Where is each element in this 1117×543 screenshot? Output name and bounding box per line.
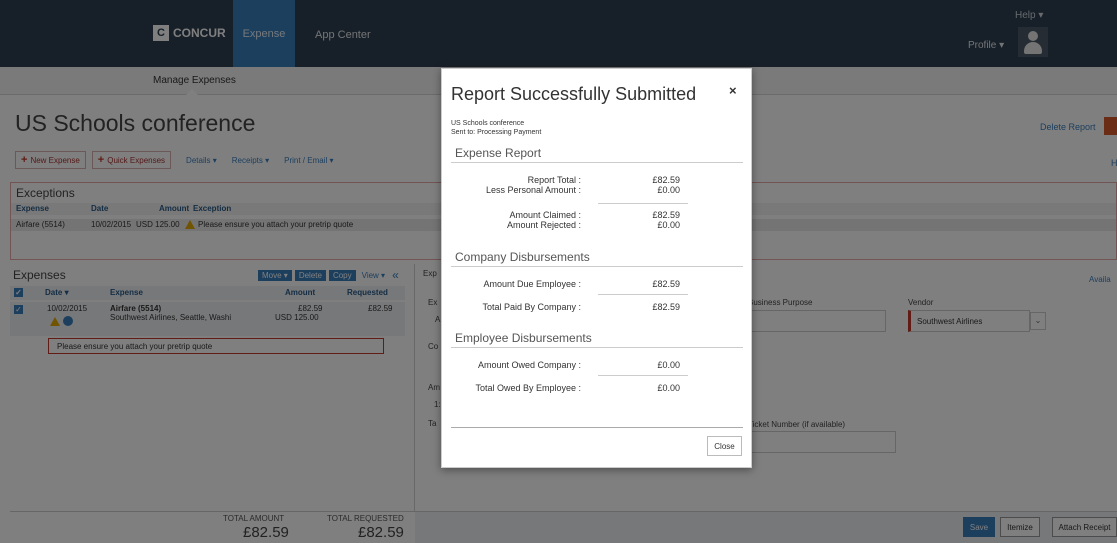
due-employee-value: £82.59: [652, 279, 680, 289]
amount-claimed-value: £82.59: [652, 210, 680, 220]
close-button[interactable]: Close: [707, 436, 742, 456]
less-personal-label: Less Personal Amount :: [485, 185, 581, 195]
amount-claimed-label: Amount Claimed :: [509, 210, 581, 220]
paid-company-value: £82.59: [652, 302, 680, 312]
section-company-disbursements: Company Disbursements: [455, 250, 590, 264]
amount-rejected-label: Amount Rejected :: [506, 220, 581, 230]
amount-rejected-value: £0.00: [657, 220, 680, 230]
dialog-report-name: US Schools conference: [451, 120, 525, 127]
owed-company-label: Amount Owed Company :: [477, 360, 581, 370]
owed-company-value: £0.00: [657, 360, 680, 370]
report-total-label: Report Total :: [527, 175, 581, 185]
owed-employee-label: Total Owed By Employee :: [475, 383, 581, 393]
paid-company-label: Total Paid By Company :: [482, 302, 581, 312]
dialog-sent-to: Sent to: Processing Payment: [451, 129, 542, 136]
owed-employee-value: £0.00: [657, 383, 680, 393]
section-employee-disbursements: Employee Disbursements: [455, 331, 592, 345]
less-personal-value: £0.00: [657, 185, 680, 195]
section-expense-report: Expense Report: [455, 146, 542, 160]
report-submitted-dialog: Report Successfully Submitted × US Schoo…: [441, 68, 752, 468]
due-employee-label: Amount Due Employee :: [483, 279, 581, 289]
dialog-title: Report Successfully Submitted: [451, 84, 697, 104]
report-total-value: £82.59: [652, 175, 680, 185]
close-icon[interactable]: ×: [729, 83, 737, 98]
